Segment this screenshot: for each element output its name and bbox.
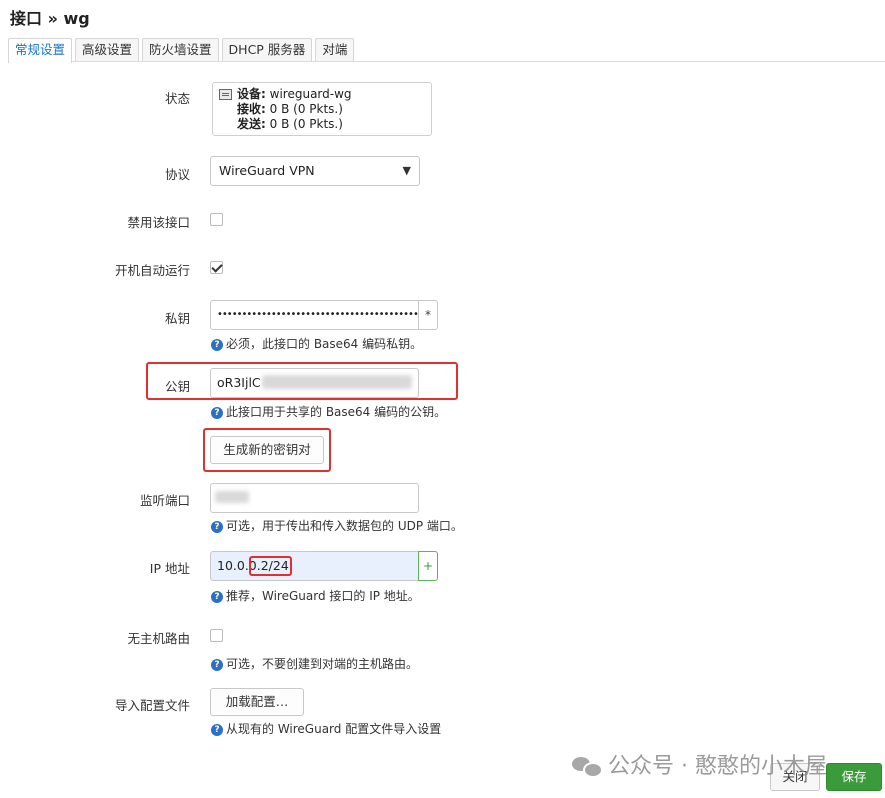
redacted-region <box>262 375 412 389</box>
status-panel: 设备: wireguard-wg 接收: 0 B (0 Pkts.) 发送: 0… <box>212 82 432 136</box>
status-device: 设备: wireguard-wg <box>237 87 352 101</box>
help-icon: ? <box>211 659 223 671</box>
chevron-down-icon: ▼ <box>402 164 411 177</box>
help-icon: ? <box>211 724 223 736</box>
ip-address-input[interactable]: 10.0.0.2/24 <box>210 551 419 581</box>
disable-label: 禁用该接口 <box>127 215 190 230</box>
import-config-help: ? 从现有的 WireGuard 配置文件导入设置 <box>211 720 441 737</box>
ip-label: IP 地址 <box>149 561 190 576</box>
disable-checkbox[interactable] <box>210 213 223 226</box>
watermark: 公众号 · 憨憨的小木屋 <box>572 748 827 780</box>
tab-dhcp[interactable]: DHCP 服务器 <box>221 38 313 62</box>
public-key-label: 公钥 <box>164 379 190 394</box>
redacted-region <box>215 491 249 503</box>
nohostroute-checkbox[interactable] <box>210 629 223 642</box>
help-icon: ? <box>211 407 223 419</box>
protocol-select[interactable]: WireGuard VPN ▼ <box>210 156 420 186</box>
nohostroute-help: ? 可选，不要创建到对端的主机路由。 <box>211 655 418 672</box>
save-button[interactable]: 保存 <box>826 763 882 791</box>
ip-help: ? 推荐，WireGuard 接口的 IP 地址。 <box>211 587 420 604</box>
tab-general[interactable]: 常规设置 <box>8 38 73 63</box>
page-title: 接口 » wg <box>10 9 90 28</box>
tab-firewall[interactable]: 防火墙设置 <box>142 38 219 62</box>
reveal-key-button[interactable]: * <box>418 300 438 330</box>
public-key-help: ? 此接口用于共享的 Base64 编码的公钥。 <box>211 403 446 420</box>
help-icon: ? <box>211 521 223 533</box>
protocol-value: WireGuard VPN <box>219 163 315 178</box>
nohostroute-label: 无主机路由 <box>127 631 190 646</box>
import-config-label: 导入配置文件 <box>114 698 190 713</box>
status-tx: 发送: 0 B (0 Pkts.) <box>237 117 343 131</box>
listen-port-help: ? 可选，用于传出和传入数据包的 UDP 端口。 <box>211 517 463 534</box>
help-icon: ? <box>211 339 223 351</box>
wechat-logo-icon <box>572 754 603 778</box>
generate-keypair-button[interactable]: 生成新的密钥对 <box>210 436 324 464</box>
listen-port-label: 监听端口 <box>139 493 190 508</box>
status-label: 状态 <box>164 91 190 106</box>
help-icon: ? <box>211 591 223 603</box>
load-config-button[interactable]: 加载配置… <box>210 688 304 716</box>
private-key-label: 私钥 <box>164 311 190 326</box>
tab-peers[interactable]: 对端 <box>315 38 355 62</box>
network-device-icon <box>219 89 232 100</box>
protocol-label: 协议 <box>164 167 190 182</box>
autostart-label: 开机自动运行 <box>114 263 190 278</box>
tab-divider <box>8 61 885 62</box>
private-key-input[interactable]: ••••••••••••••••••••••••••••••••••••••••… <box>210 300 419 330</box>
public-key-value: oR3IjlC <box>217 375 261 390</box>
tab-bar: 常规设置 高级设置 防火墙设置 DHCP 服务器 对端 <box>8 38 355 63</box>
status-rx: 接收: 0 B (0 Pkts.) <box>237 102 343 116</box>
autostart-checkbox[interactable] <box>210 261 223 274</box>
private-key-help: ? 必须，此接口的 Base64 编码私钥。 <box>211 335 422 352</box>
tab-advanced[interactable]: 高级设置 <box>75 38 140 62</box>
add-ip-button[interactable]: + <box>418 551 438 581</box>
